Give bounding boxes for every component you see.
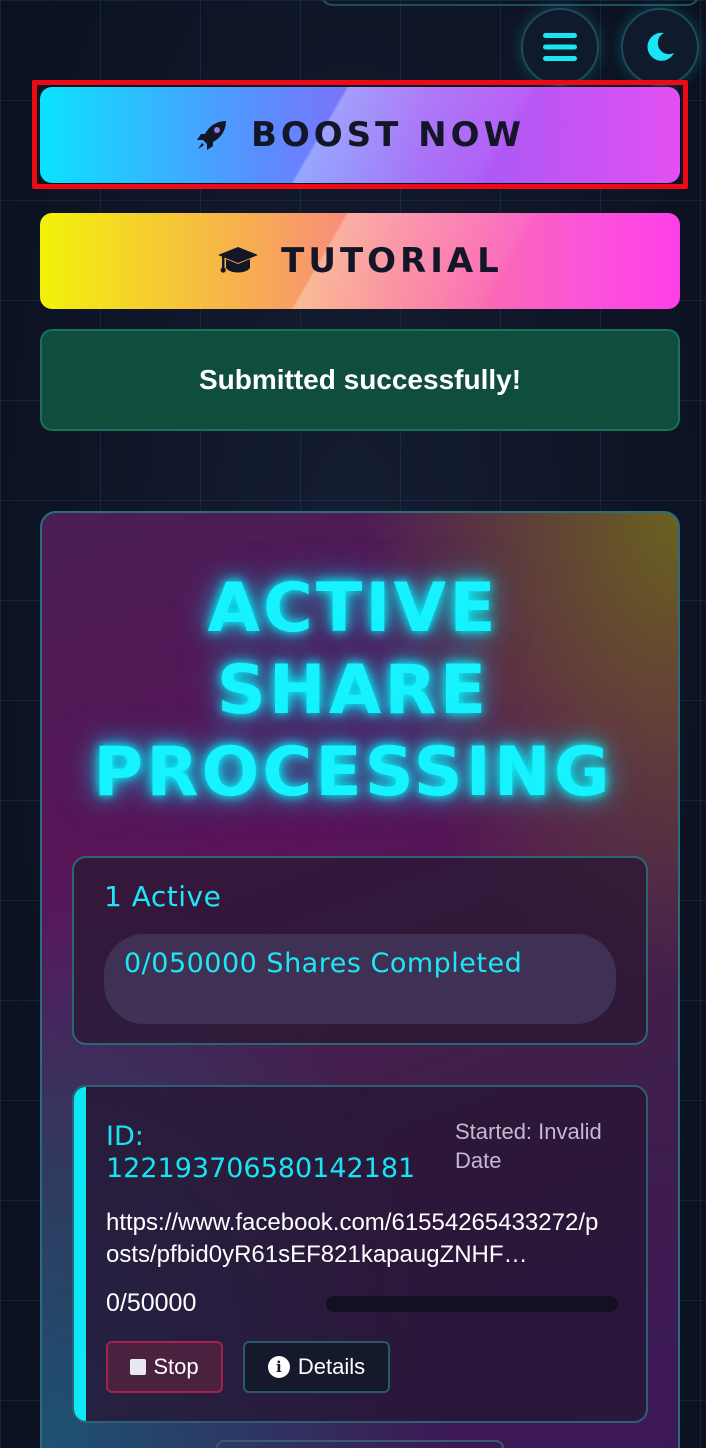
- boost-now-button[interactable]: BOOST NOW: [40, 87, 680, 183]
- details-label: Details: [297, 1354, 366, 1379]
- job-progress-bar: [326, 1296, 618, 1312]
- graduation-cap-icon: [217, 244, 259, 278]
- details-button[interactable]: i Details: [243, 1341, 390, 1393]
- menu-button[interactable]: [521, 8, 599, 86]
- boost-now-label: BOOST NOW: [250, 115, 526, 155]
- crescent-moon-icon: [647, 32, 674, 61]
- rocket-icon: [195, 118, 229, 152]
- stats-card: 1 Active 0/050000 Shares Completed: [72, 856, 648, 1045]
- job-started: Started: Invalid Date: [455, 1119, 602, 1173]
- active-count: 1 Active: [104, 880, 222, 913]
- stop-label: Stop: [153, 1354, 199, 1379]
- job-accent-bar: [74, 1087, 86, 1421]
- tutorial-button[interactable]: TUTORIAL: [40, 213, 680, 309]
- hamburger-menu-icon: [543, 33, 577, 61]
- success-message: Submitted successfully!: [198, 364, 522, 395]
- shares-summary: 0/050000 Shares Completed: [104, 934, 616, 1024]
- job-id-value: 122193706580142181: [106, 1153, 416, 1184]
- panel-title-line: ACTIVE: [207, 569, 499, 648]
- panel-title: ACTIVE SHARE PROCESSING: [0, 568, 706, 814]
- job-id: ID: 122193706580142181: [106, 1121, 466, 1185]
- app-screen: BOOST NOW TUTORIAL Submitted successfull…: [0, 0, 706, 1448]
- panel-title-line: SHARE: [216, 651, 490, 730]
- info-icon: i: [267, 1356, 290, 1378]
- bottom-panel-edge: [216, 1440, 504, 1448]
- tutorial-label: TUTORIAL: [281, 241, 503, 281]
- success-alert: Submitted successfully!: [40, 329, 680, 431]
- stop-button[interactable]: Stop: [106, 1341, 223, 1393]
- job-progress-text: 0/50000: [106, 1289, 197, 1317]
- job-url: https://www.facebook.com/61554265433272/…: [106, 1209, 599, 1268]
- job-id-label: ID:: [106, 1121, 144, 1152]
- panel-title-line: PROCESSING: [93, 733, 613, 812]
- stop-icon: [130, 1359, 147, 1375]
- job-card: ID: 122193706580142181 Started: Invalid D…: [72, 1085, 648, 1423]
- theme-toggle-button[interactable]: [621, 8, 699, 86]
- top-input-edge: [320, 0, 700, 6]
